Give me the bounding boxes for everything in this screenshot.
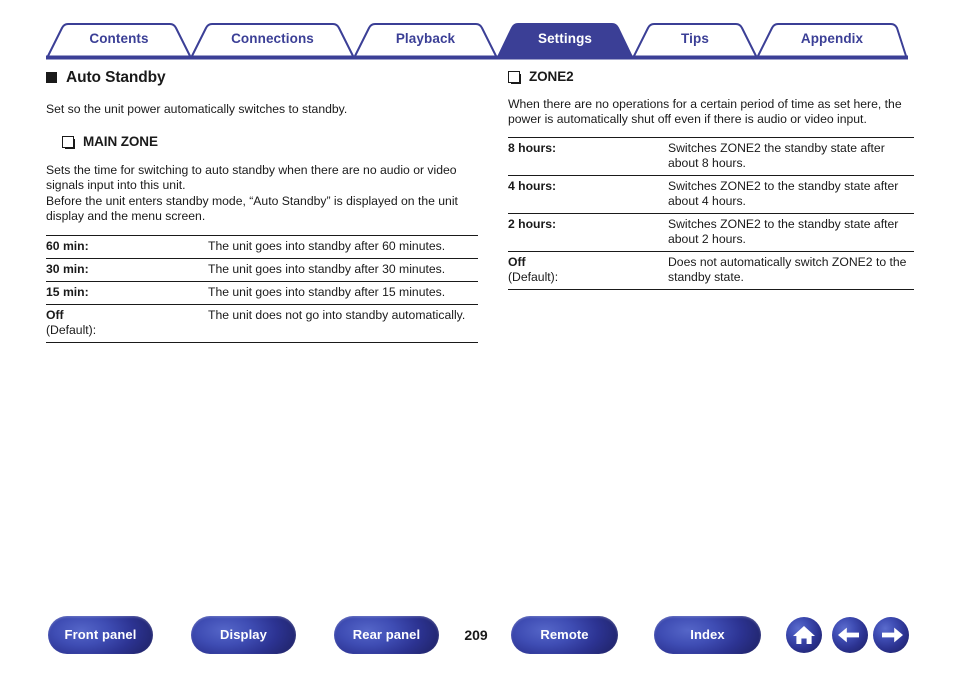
left-column: Auto Standby Set so the unit power autom… <box>46 70 478 343</box>
right-column: ZONE2 When there are no operations for a… <box>508 70 914 290</box>
filled-square-bullet-icon <box>46 72 57 84</box>
table-row: 8 hours: Switches ZONE2 the standby stat… <box>508 136 914 175</box>
rear-panel-button[interactable]: Rear panel <box>334 616 439 654</box>
option-value: Switches ZONE2 the standby state after a… <box>668 136 914 175</box>
tab-settings[interactable]: Settings <box>498 22 632 56</box>
table-row: 15 min: The unit goes into standby after… <box>46 280 478 304</box>
front-panel-button[interactable]: Front panel <box>48 616 153 654</box>
tab-connections[interactable]: Connections <box>192 22 353 56</box>
option-value: Switches ZONE2 to the standby state afte… <box>668 174 914 213</box>
display-button[interactable]: Display <box>191 616 296 654</box>
page-title: Auto Standby <box>46 70 478 86</box>
option-value: Does not automatically switch ZONE2 to t… <box>668 250 914 290</box>
arrow-right-icon <box>882 627 903 643</box>
tab-tips[interactable]: Tips <box>634 22 756 56</box>
option-value: Switches ZONE2 to the standby state afte… <box>668 212 914 251</box>
section-heading-zone2: ZONE2 <box>508 70 914 84</box>
remote-button[interactable]: Remote <box>511 616 618 654</box>
footer-navigation: Front panel Display Rear panel 209 Remot… <box>0 616 954 662</box>
home-button[interactable] <box>786 617 822 653</box>
option-key: 15 min: <box>46 280 208 304</box>
option-key-default: Off (Default): <box>46 303 208 343</box>
option-key-text: Off <box>508 254 526 269</box>
arrow-left-icon <box>838 627 859 643</box>
next-page-button[interactable] <box>873 617 909 653</box>
table-row: 30 min: The unit goes into standby after… <box>46 257 478 281</box>
option-key: 4 hours: <box>508 174 668 213</box>
table-row: 60 min: The unit goes into standby after… <box>46 234 478 258</box>
section-heading-main-zone: MAIN ZONE <box>62 135 478 149</box>
previous-page-button[interactable] <box>832 617 868 653</box>
intro-paragraph: Set so the unit power automatically swit… <box>46 101 348 116</box>
checkbox-outline-icon <box>508 70 521 84</box>
option-key: 2 hours: <box>508 212 668 251</box>
home-icon <box>793 626 815 644</box>
option-value: The unit goes into standby after 60 minu… <box>208 234 478 258</box>
option-key: 8 hours: <box>508 136 668 175</box>
main-zone-options-table: 60 min: The unit goes into standby after… <box>46 234 478 343</box>
checkbox-outline-icon <box>62 135 75 149</box>
option-default-label: (Default): <box>46 322 97 337</box>
option-value: The unit does not go into standby automa… <box>208 303 478 343</box>
table-row: 4 hours: Switches ZONE2 to the standby s… <box>508 174 914 213</box>
table-row: Off (Default): Does not automatically sw… <box>508 250 914 290</box>
tab-bar: Contents Connections Playback Settings T… <box>46 22 908 60</box>
section-heading-zone2-text: ZONE2 <box>529 69 574 84</box>
table-row: 2 hours: Switches ZONE2 to the standby s… <box>508 212 914 251</box>
option-default-label: (Default): <box>508 269 559 284</box>
option-key-text: Off <box>46 307 64 322</box>
zone2-paragraph-1: When there are no operations for a certa… <box>508 96 902 127</box>
table-row: Off (Default): The unit does not go into… <box>46 303 478 343</box>
page-title-text: Auto Standby <box>66 69 166 86</box>
option-key: 60 min: <box>46 234 208 258</box>
section-heading-main-zone-text: MAIN ZONE <box>83 134 158 149</box>
option-key: 30 min: <box>46 257 208 281</box>
tab-contents[interactable]: Contents <box>48 22 190 56</box>
tab-appendix[interactable]: Appendix <box>758 22 906 56</box>
zone2-options-table: 8 hours: Switches ZONE2 the standby stat… <box>508 136 914 290</box>
option-value: The unit goes into standby after 30 minu… <box>208 257 478 281</box>
page-number: 209 <box>464 627 488 643</box>
option-key-default: Off (Default): <box>508 250 668 290</box>
option-value: The unit goes into standby after 15 minu… <box>208 280 478 304</box>
tab-playback[interactable]: Playback <box>355 22 496 56</box>
main-zone-paragraph-1: Sets the time for switching to auto stan… <box>46 162 457 193</box>
main-zone-paragraph-2: Before the unit enters standby mode, “Au… <box>46 193 458 224</box>
index-button[interactable]: Index <box>654 616 761 654</box>
